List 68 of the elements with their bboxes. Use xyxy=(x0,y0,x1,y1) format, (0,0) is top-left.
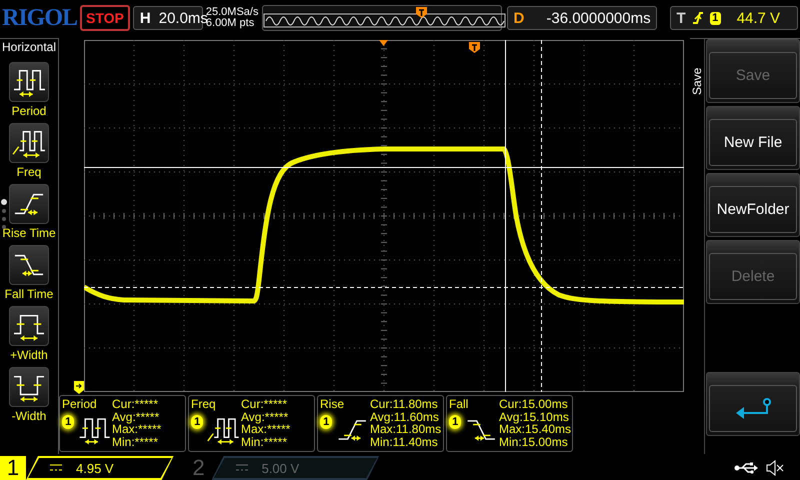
trigger-level: 44.7 V xyxy=(736,10,780,26)
channel-scale: 5.00 V xyxy=(262,460,300,476)
channel-ground-marker-icon xyxy=(74,381,84,394)
channel-badge: 1 xyxy=(449,415,462,429)
dc-coupling-icon xyxy=(236,464,248,472)
softkey-button[interactable]: NewFolder xyxy=(709,186,797,233)
menu-title: Save xyxy=(690,66,704,96)
measure-type-button[interactable] xyxy=(9,184,49,224)
measure-type-label: -Width xyxy=(12,409,46,423)
channel-badge: 1 xyxy=(320,415,332,429)
measurement-value: Cur:15.00ms xyxy=(499,398,569,410)
measurement-value: Cur:***** xyxy=(112,398,160,410)
measurement-name: Rise xyxy=(320,397,346,411)
rising-edge-icon xyxy=(692,10,704,26)
measurement-name: Freq xyxy=(191,397,217,411)
measure-type-button[interactable] xyxy=(9,62,49,102)
measure-type-label: Rise Time xyxy=(2,226,56,240)
delay-label: D xyxy=(514,10,524,26)
measure-type-button[interactable] xyxy=(9,245,49,285)
channel-number: 1 xyxy=(0,456,26,480)
memory-depth: 6.00M pts xyxy=(206,18,256,29)
measurement-value: Cur:11.80ms xyxy=(370,398,439,410)
channel-badge: 1 xyxy=(62,415,74,429)
channel-number: 2 xyxy=(191,456,206,480)
menu-title: Horizontal xyxy=(0,40,58,54)
measurement-value: Min:***** xyxy=(241,436,288,448)
measure-type-label: +Width xyxy=(10,348,48,362)
measurement-value: Max:***** xyxy=(241,423,290,436)
measure-type-button[interactable] xyxy=(9,306,49,346)
measurement-value: Min:11.40ms xyxy=(370,436,439,448)
softkey-button[interactable]: New File xyxy=(709,119,797,166)
channel-badge: 1 xyxy=(710,12,721,24)
usb-icon xyxy=(734,462,758,474)
timebase-value: 20.0ms xyxy=(158,10,208,26)
return-button[interactable] xyxy=(709,385,797,432)
measure-type-label: Freq xyxy=(16,165,42,179)
trigger-marker-icon xyxy=(469,42,480,53)
measurement-name: Period xyxy=(62,397,98,411)
trigger-position-marker-icon xyxy=(379,40,388,46)
delay-box[interactable]: D -36.0000000ms xyxy=(506,6,657,30)
timebase-label: H xyxy=(140,10,151,26)
speaker-muted-icon xyxy=(766,460,784,476)
trigger-label: T xyxy=(676,10,686,26)
measurement-value: Max:***** xyxy=(112,423,162,436)
measure-type-button[interactable] xyxy=(9,367,49,407)
measurement-value: Avg:***** xyxy=(112,410,160,423)
measurement-value: Max:15.40ms xyxy=(499,423,572,436)
measurement-name: Fall xyxy=(449,397,470,411)
square-pulse-icon xyxy=(11,67,47,97)
measurement-value: Min:***** xyxy=(112,436,160,448)
measure-type-label: Fall Time xyxy=(4,287,54,301)
measurement-value: Avg:15.10ms xyxy=(499,410,570,423)
trigger-box[interactable]: T 1 44.7 V xyxy=(670,6,798,30)
run-state-button[interactable]: STOP xyxy=(80,5,130,31)
measure-type-label: Period xyxy=(12,104,46,118)
measurement-value: Cur:***** xyxy=(241,398,288,410)
measurement-value: Max:11.80ms xyxy=(370,423,442,436)
dc-coupling-icon xyxy=(50,464,62,472)
measurement-value: Avg:***** xyxy=(241,410,290,423)
measurement-value: Avg:11.60ms xyxy=(370,410,440,423)
trigger-position-marker-icon xyxy=(416,7,427,18)
channel-badge: 1 xyxy=(191,415,204,429)
brand-logo: RIGOL xyxy=(2,4,78,32)
square-pulse-icon xyxy=(11,128,47,158)
measure-type-button[interactable] xyxy=(9,123,49,163)
channel-scale: 4.95 V xyxy=(76,460,114,476)
measurement-value: Min:15.00ms xyxy=(499,436,569,448)
delay-value: -36.0000000ms xyxy=(546,10,651,26)
